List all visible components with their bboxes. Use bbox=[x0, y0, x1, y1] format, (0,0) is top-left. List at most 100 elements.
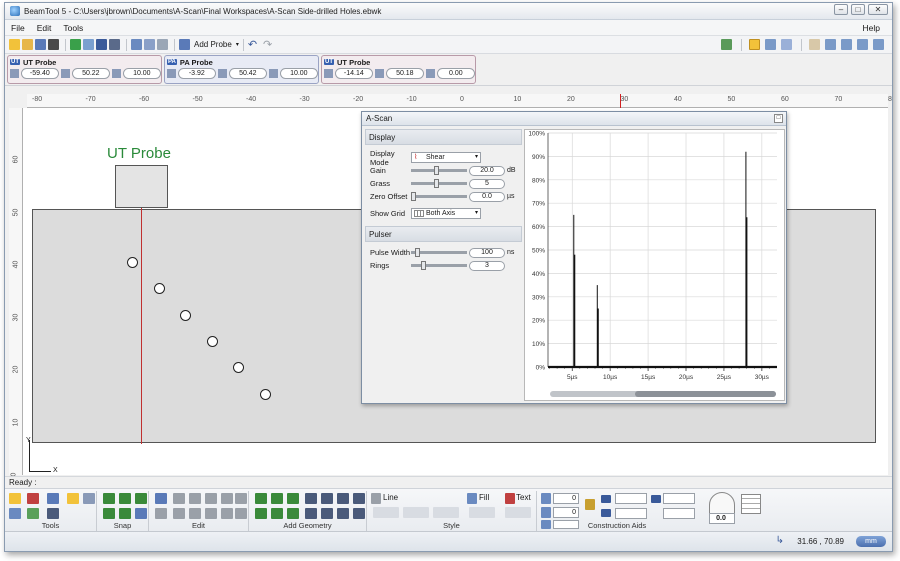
pan-hand-icon[interactable] bbox=[809, 39, 820, 50]
zigzag-icon[interactable] bbox=[321, 493, 333, 504]
save-icon[interactable] bbox=[35, 39, 46, 50]
side-drilled-hole[interactable] bbox=[154, 283, 165, 294]
point-icon[interactable] bbox=[305, 508, 317, 519]
gain-slider[interactable] bbox=[411, 166, 467, 175]
grass-slider[interactable] bbox=[411, 179, 467, 188]
flip-v-icon[interactable] bbox=[205, 508, 217, 519]
probe-y-field[interactable]: 50.42 bbox=[228, 68, 267, 79]
probe-x-field[interactable]: -3.92 bbox=[177, 68, 216, 79]
view-icon[interactable] bbox=[47, 493, 59, 504]
paste-icon[interactable] bbox=[235, 493, 247, 504]
circle-icon[interactable] bbox=[255, 508, 267, 519]
transform-icon[interactable] bbox=[47, 508, 59, 519]
color-icon[interactable] bbox=[27, 508, 39, 519]
probe-x-field[interactable]: -14.14 bbox=[334, 68, 373, 79]
slider-knob[interactable] bbox=[433, 179, 439, 188]
pencil-icon[interactable] bbox=[585, 499, 595, 510]
offset-field[interactable]: 0 bbox=[553, 493, 579, 504]
fill-bucket-icon[interactable] bbox=[467, 493, 477, 504]
probe-card-pa[interactable]: PA PA Probe -3.92 50.42 10.00 bbox=[164, 55, 319, 84]
depth-field[interactable] bbox=[663, 508, 695, 519]
probe-x-field[interactable]: -59.40 bbox=[20, 68, 59, 79]
triangle-icon[interactable] bbox=[321, 508, 333, 519]
side-drilled-hole[interactable] bbox=[207, 336, 218, 347]
add-probe-button[interactable]: Add Probe bbox=[194, 40, 232, 49]
snap-intersect-icon[interactable] bbox=[119, 508, 131, 519]
snap-point-icon[interactable] bbox=[119, 493, 131, 504]
pulse-width-slider[interactable] bbox=[411, 248, 467, 257]
rotate-icon[interactable] bbox=[221, 508, 233, 519]
slider-knob[interactable] bbox=[433, 166, 439, 175]
3d-view-icon[interactable] bbox=[765, 39, 776, 50]
ut-probe-shape[interactable] bbox=[115, 165, 168, 208]
fill-style-label[interactable]: Fill bbox=[479, 493, 489, 502]
scrollbar-thumb[interactable] bbox=[635, 391, 776, 397]
probe-angle-field[interactable]: 10.00 bbox=[279, 68, 318, 79]
table-icon[interactable] bbox=[70, 39, 81, 50]
select-icon[interactable] bbox=[9, 493, 21, 504]
origin-icon[interactable]: ↳ bbox=[776, 535, 784, 546]
cut-icon[interactable] bbox=[205, 493, 217, 504]
line-style-label[interactable]: Line bbox=[383, 493, 398, 502]
snap-line-icon[interactable] bbox=[103, 493, 115, 504]
brush-icon[interactable] bbox=[173, 493, 185, 504]
align-icon[interactable] bbox=[155, 508, 167, 519]
text-style-label[interactable]: Text bbox=[516, 493, 531, 502]
zero-offset-spinner[interactable]: 0.0 bbox=[469, 191, 505, 202]
segment-icon[interactable] bbox=[305, 493, 317, 504]
chevron-down-icon[interactable]: ▾ bbox=[236, 41, 239, 48]
display-mode-dropdown[interactable]: ⌇ Shear ▾ bbox=[411, 152, 481, 163]
snap-mid-icon[interactable] bbox=[103, 508, 115, 519]
probe-card-ut-2[interactable]: UT UT Probe -14.14 50.18 0.00 bbox=[321, 55, 476, 84]
grid-aid-icon[interactable] bbox=[741, 494, 761, 514]
width-field[interactable] bbox=[615, 493, 647, 504]
snap-end-icon[interactable] bbox=[135, 493, 147, 504]
panel-icon[interactable] bbox=[83, 493, 95, 504]
time-scrollbar[interactable] bbox=[550, 391, 776, 397]
probe-angle-field[interactable]: 0.00 bbox=[436, 68, 475, 79]
layer-icon[interactable] bbox=[67, 493, 79, 504]
unit-toggle[interactable]: mm bbox=[856, 536, 886, 547]
flip-h-icon[interactable] bbox=[189, 508, 201, 519]
polyline-icon[interactable] bbox=[271, 493, 283, 504]
open-folder-icon[interactable] bbox=[22, 39, 33, 50]
probe-angle-field[interactable]: 10.00 bbox=[122, 68, 161, 79]
height-field[interactable] bbox=[615, 508, 647, 519]
zoom-out-icon[interactable] bbox=[873, 39, 884, 50]
square-icon[interactable] bbox=[287, 508, 299, 519]
side-drilled-hole[interactable] bbox=[180, 310, 191, 321]
menu-tools[interactable]: Tools bbox=[63, 23, 83, 33]
measure-icon[interactable] bbox=[131, 39, 142, 50]
grid-view-icon[interactable] bbox=[96, 39, 107, 50]
cube-view-icon[interactable] bbox=[781, 39, 792, 50]
slider-knob[interactable] bbox=[421, 261, 427, 270]
rectangle-icon[interactable] bbox=[271, 508, 283, 519]
copy-style-icon[interactable] bbox=[189, 493, 201, 504]
add-probe-icon[interactable] bbox=[179, 39, 190, 50]
side-drilled-hole[interactable] bbox=[233, 362, 244, 373]
text-font-dropdown[interactable] bbox=[505, 507, 531, 518]
scale-icon[interactable] bbox=[235, 508, 247, 519]
display-section-header[interactable]: Display bbox=[365, 129, 522, 145]
2d-view-icon[interactable] bbox=[749, 39, 760, 50]
copy-icon[interactable] bbox=[221, 493, 233, 504]
zoom-icon[interactable] bbox=[841, 39, 852, 50]
angle-aid-field[interactable]: 0 bbox=[553, 507, 579, 518]
probe-card-ut-1[interactable]: UT UT Probe -59.40 50.22 10.00 bbox=[7, 55, 162, 84]
undo-icon[interactable]: ↶ bbox=[248, 38, 257, 51]
close-button[interactable]: ✕ bbox=[868, 4, 888, 15]
maximize-button[interactable]: □ bbox=[851, 4, 865, 15]
distribute-icon[interactable] bbox=[173, 508, 185, 519]
camera-icon[interactable] bbox=[48, 39, 59, 50]
probe-y-field[interactable]: 50.22 bbox=[71, 68, 110, 79]
side-drilled-hole[interactable] bbox=[260, 389, 271, 400]
box-icon[interactable] bbox=[337, 508, 349, 519]
group-icon[interactable] bbox=[155, 493, 167, 504]
grass-spinner[interactable]: 5 bbox=[469, 178, 505, 189]
pulse-width-spinner[interactable]: 100 bbox=[469, 247, 505, 258]
menu-edit[interactable]: Edit bbox=[37, 23, 52, 33]
fit-view-icon[interactable] bbox=[721, 39, 732, 50]
line-icon[interactable] bbox=[255, 493, 267, 504]
pulser-section-header[interactable]: Pulser bbox=[365, 226, 522, 242]
zoom-box-icon[interactable] bbox=[825, 39, 836, 50]
